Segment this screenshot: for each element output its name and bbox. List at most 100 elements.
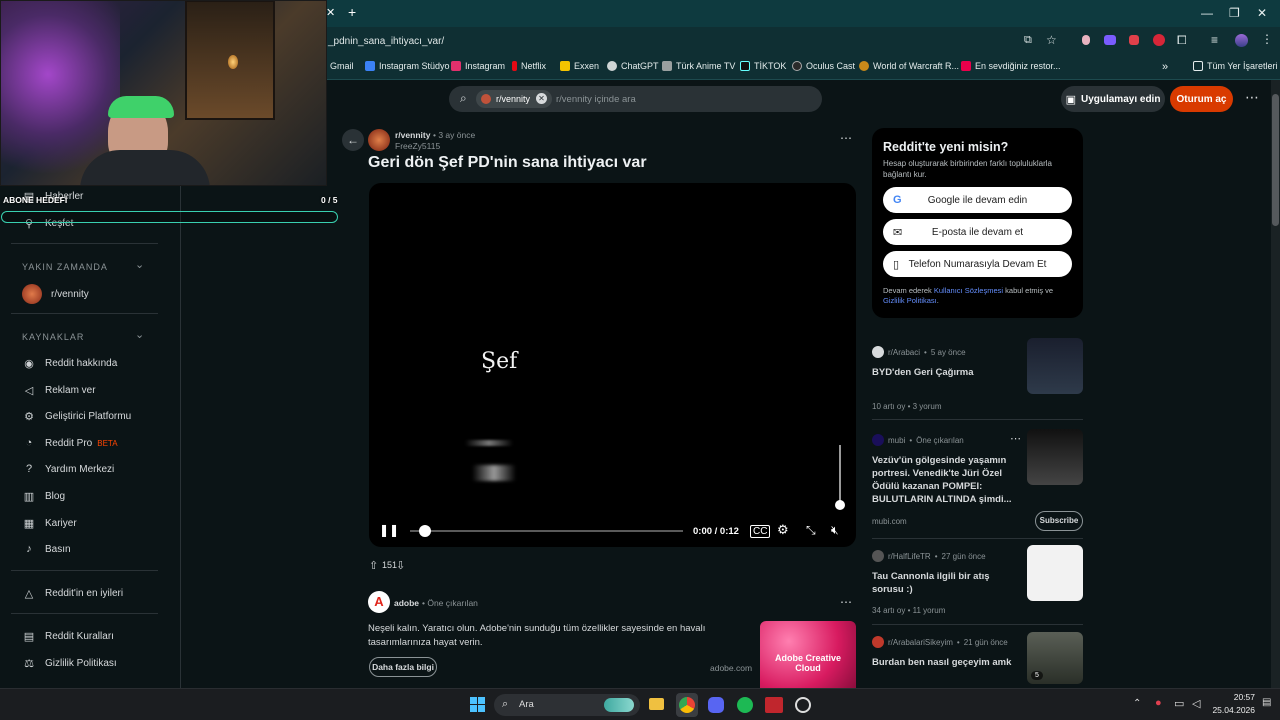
bookmark-instagram-studio[interactable]: Instagram Stüdyo xyxy=(365,61,450,71)
extension-icon[interactable] xyxy=(1153,34,1165,46)
volume-icon[interactable]: ◁ xyxy=(1192,697,1200,710)
sidebar-item-help[interactable]: ? Yardım Merkezi xyxy=(22,462,114,476)
bookmark-gmail[interactable]: Gmail xyxy=(330,61,354,71)
related-thumbnail[interactable]: 5 xyxy=(1027,632,1083,684)
notifications-icon[interactable]: ▤ xyxy=(1262,697,1271,708)
page-scrollbar[interactable] xyxy=(1271,80,1280,688)
ad-advertiser[interactable]: adobe xyxy=(394,598,419,608)
subscribe-button[interactable]: Subscribe xyxy=(1035,511,1083,531)
related-title[interactable]: Burdan ben nasıl geçeyim amk xyxy=(872,656,1022,669)
volume-slider-knob[interactable] xyxy=(835,500,845,510)
ad-image[interactable]: Adobe Creative Cloud xyxy=(760,621,856,688)
bookmark-yemeksepeti[interactable]: En sevdiğiniz restor... xyxy=(961,61,1061,71)
extension-icon[interactable] xyxy=(1082,35,1090,45)
post-options-icon[interactable]: ⋯ xyxy=(840,131,852,145)
settings-gear-icon[interactable]: ⚙ xyxy=(777,522,789,538)
sidebar-item-privacy[interactable]: ⚖ Gizlilik Politikası xyxy=(22,656,117,670)
search-bar[interactable]: ⌕ r/vennity ✕ r/vennity içinde ara xyxy=(449,86,822,112)
restore-icon[interactable]: ❐ xyxy=(1229,6,1240,20)
chevron-up-icon[interactable]: ⌄ xyxy=(135,258,144,271)
search-input[interactable]: r/vennity içinde ara xyxy=(556,94,636,105)
privacy-policy-link[interactable]: Gizlilik Politikası xyxy=(883,296,937,305)
user-agreement-link[interactable]: Kullanıcı Sözleşmesi xyxy=(934,286,1003,295)
sidebar-item-press[interactable]: ♪ Basın xyxy=(22,542,70,556)
discord-icon[interactable] xyxy=(708,697,724,713)
post-subreddit[interactable]: r/vennity xyxy=(395,130,430,140)
login-button[interactable]: Oturum aç xyxy=(1170,86,1233,112)
upvote-icon[interactable]: ⇧ xyxy=(369,559,378,572)
url-text[interactable]: _pdnin_sana_ihtiyacı_var/ xyxy=(328,36,444,47)
related-thumbnail[interactable] xyxy=(1027,429,1083,485)
clear-chip-icon[interactable]: ✕ xyxy=(536,93,548,104)
cast-icon[interactable]: ⧉ xyxy=(1024,34,1032,47)
new-tab-icon[interactable]: + xyxy=(348,4,356,20)
progress-knob[interactable] xyxy=(419,525,431,537)
sidebar-item-developer[interactable]: ⚙ Geliştirici Platformu xyxy=(22,409,131,423)
related-domain[interactable]: mubi.com xyxy=(872,517,907,526)
mute-icon[interactable]: 🔇︎ xyxy=(831,523,839,538)
clock-time[interactable]: 20:57 xyxy=(1211,692,1255,702)
close-tab-icon[interactable]: ✕ xyxy=(326,6,335,19)
sidebar-item-vennity[interactable]: r/vennity xyxy=(22,284,89,304)
ad-domain[interactable]: adobe.com xyxy=(710,663,752,673)
subreddit-filter-chip[interactable]: r/vennity ✕ xyxy=(476,90,553,108)
related-thumbnail[interactable] xyxy=(1027,338,1083,394)
get-app-button[interactable]: ▣ Uygulamayı edin xyxy=(1061,86,1165,112)
email-login-button[interactable]: ✉ E-posta ile devam et xyxy=(883,219,1072,245)
video-player[interactable]: Şef ❚❚ 0:00 / 0:12 CC ⚙ ⤡ 🔇︎ xyxy=(369,183,856,547)
bookmark-chatgpt[interactable]: ChatGPT xyxy=(607,61,659,71)
more-options-icon[interactable]: ⋯ xyxy=(1245,89,1259,106)
obs-icon[interactable] xyxy=(795,697,811,713)
chrome-icon[interactable] xyxy=(679,697,695,713)
volume-slider-track[interactable] xyxy=(839,445,841,505)
clock-date[interactable]: 25.04.2026 xyxy=(1205,705,1255,715)
fullscreen-icon[interactable]: ⤡ xyxy=(806,523,816,538)
windows-start-icon[interactable] xyxy=(470,697,485,712)
progress-track[interactable] xyxy=(410,530,683,532)
extensions-puzzle-icon[interactable]: ⧠ xyxy=(1177,33,1187,48)
sidebar-item-pro[interactable]: ◔ Reddit Pro BETA xyxy=(22,436,118,450)
adobe-logo-icon[interactable]: A xyxy=(368,591,390,613)
sidebar-item-blog[interactable]: ▥ Blog xyxy=(22,489,65,503)
spotify-icon[interactable] xyxy=(737,697,753,713)
browser-menu-icon[interactable]: ⋮ xyxy=(1261,32,1273,46)
file-explorer-icon[interactable] xyxy=(649,698,664,710)
tray-overflow-icon[interactable]: ⌃ xyxy=(1133,698,1141,709)
related-options-icon[interactable]: ⋯ xyxy=(1010,432,1021,445)
reading-list-icon[interactable]: ≡ xyxy=(1211,33,1218,47)
related-post[interactable]: r/ArabalariSikeyim • 21 gün önce Burdan be… xyxy=(872,632,1083,688)
post-author[interactable]: FreeZy5115 xyxy=(395,141,440,151)
window-close-icon[interactable]: ✕ xyxy=(1257,6,1267,20)
all-bookmarks[interactable]: Tüm Yer İşaretleri xyxy=(1193,61,1278,71)
bookmark-star-icon[interactable]: ☆ xyxy=(1046,33,1057,47)
sidebar-item-about[interactable]: ◉ Reddit hakkında xyxy=(22,356,117,370)
bookmark-turk-anime[interactable]: Türk Anime TV xyxy=(662,61,735,71)
microphone-icon[interactable]: ● xyxy=(1155,697,1162,709)
voicemeeter-icon[interactable] xyxy=(765,697,783,713)
taskbar-search[interactable]: ⌕ Ara xyxy=(494,694,640,716)
chevron-up-icon[interactable]: ⌄ xyxy=(135,328,144,341)
related-post[interactable]: r/HalfLifeTR • 27 gün önce Tau Cannonla il… xyxy=(872,545,1083,620)
subreddit-avatar[interactable] xyxy=(368,129,390,151)
related-post[interactable]: r/Arabaci • 5 ay önce BYD'den Geri Çağırma… xyxy=(872,338,1083,416)
scrollbar-thumb[interactable] xyxy=(1272,94,1279,226)
more-bookmarks-icon[interactable]: » xyxy=(1162,61,1168,73)
bookmark-instagram[interactable]: Instagram xyxy=(451,61,505,71)
sidebar-item-best[interactable]: △ Reddit'in en iyileri xyxy=(22,586,123,600)
ad-options-icon[interactable]: ⋯ xyxy=(840,595,852,609)
related-post[interactable]: mubi • Öne çıkarılan ⋯ Vezüv'ün gölgesinde… xyxy=(872,429,1083,534)
sidebar-item-careers[interactable]: ▦ Kariyer xyxy=(22,516,77,530)
related-thumbnail[interactable] xyxy=(1027,545,1083,601)
captions-icon[interactable]: CC xyxy=(750,525,771,538)
phone-login-button[interactable]: ▯ Telefon Numarasıyla Devam Et xyxy=(883,251,1072,277)
google-login-button[interactable]: G Google ile devam edin xyxy=(883,187,1072,213)
network-icon[interactable]: ▭ xyxy=(1174,697,1184,710)
extension-icon[interactable] xyxy=(1129,35,1139,45)
bookmark-wow[interactable]: World of Warcraft R... xyxy=(859,61,959,71)
related-title[interactable]: Vezüv'ün gölgesinde yaşamın portresi. Ve… xyxy=(872,454,1022,506)
bookmark-exxen[interactable]: Exxen xyxy=(560,61,599,71)
bookmark-oculus[interactable]: Oculus Cast xyxy=(792,61,855,71)
sidebar-item-advertise[interactable]: ◁ Reklam ver xyxy=(22,383,96,397)
related-subreddit[interactable]: r/ArabalariSikeyim xyxy=(888,638,953,647)
back-button[interactable]: ← xyxy=(342,129,364,151)
